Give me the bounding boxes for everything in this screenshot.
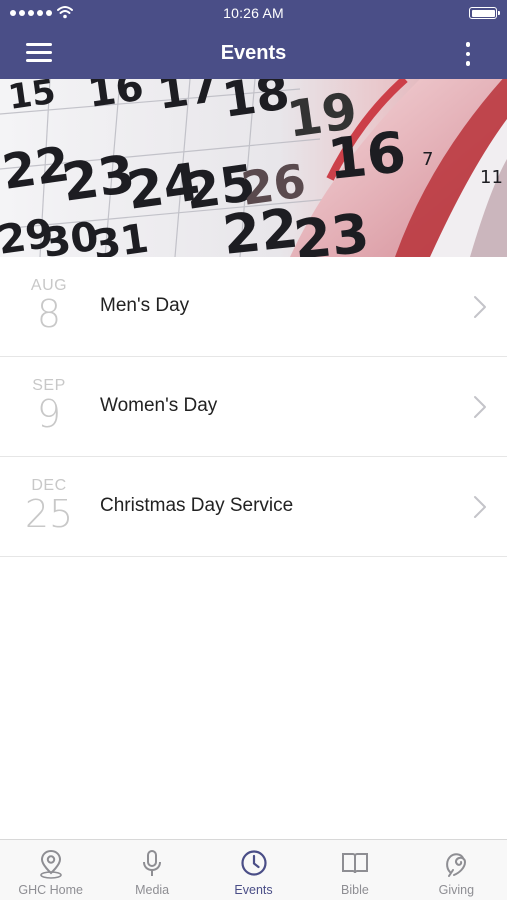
event-date: AUG 8 [14,277,84,333]
tab-events[interactable]: Events [203,840,304,900]
status-bar: 10:26 AM [0,0,507,28]
giving-icon [446,853,467,877]
event-row-christmas-day-service[interactable]: DEC 25 Christmas Day Service [0,457,507,557]
microphone-icon [143,850,162,876]
chevron-right-icon [474,296,486,318]
event-date: SEP 9 [14,377,84,433]
location-pin-icon [39,849,62,879]
tab-media[interactable]: Media [101,840,202,900]
events-list: AUG 8 Men's Day SEP 9 Women's Day DEC 25… [0,257,507,557]
event-title: Christmas Day Service [100,495,294,516]
tab-label: Media [135,883,170,897]
clock-icon [240,850,267,876]
event-title: Men's Day [100,295,190,316]
chevron-right-icon [474,496,486,518]
chevron-right-icon [474,396,486,418]
status-time: 10:26 AM [223,5,284,21]
top-bar: 10:26 AM Events [0,0,507,79]
page-title: Events [220,42,287,64]
tab-label: Bible [341,883,369,897]
event-title: Women's Day [100,395,218,416]
svg-text:16: 16 [325,120,409,193]
tab-label: Giving [438,883,475,897]
navigation-bar: Events [0,28,507,79]
tab-bible[interactable]: Bible [304,840,405,900]
tab-bar: GHC Home Media Events Bible Giving [0,839,507,900]
event-day: 9 [36,392,62,436]
more-vertical-icon[interactable] [453,40,483,68]
svg-text:23: 23 [291,201,372,257]
event-day: 25 [24,492,74,536]
event-date: DEC 25 [14,477,84,533]
svg-text:7: 7 [422,149,433,170]
event-day: 8 [36,292,62,336]
battery-icon [469,7,500,19]
tab-label: Events [234,883,273,897]
events-banner-image: 15 16 17 18 19 22 23 24 25 26 29 30 31 1… [0,79,507,257]
svg-text:22: 22 [220,196,301,257]
tab-ghc-home[interactable]: GHC Home [0,840,101,900]
tab-giving[interactable]: Giving [406,840,507,900]
event-row-womens-day[interactable]: SEP 9 Women's Day [0,357,507,457]
book-icon [341,853,368,874]
svg-text:31: 31 [90,216,152,257]
svg-text:15: 15 [6,79,58,118]
tab-label: GHC Home [18,883,83,897]
svg-text:11: 11 [480,167,503,188]
event-row-mens-day[interactable]: AUG 8 Men's Day [0,257,507,357]
